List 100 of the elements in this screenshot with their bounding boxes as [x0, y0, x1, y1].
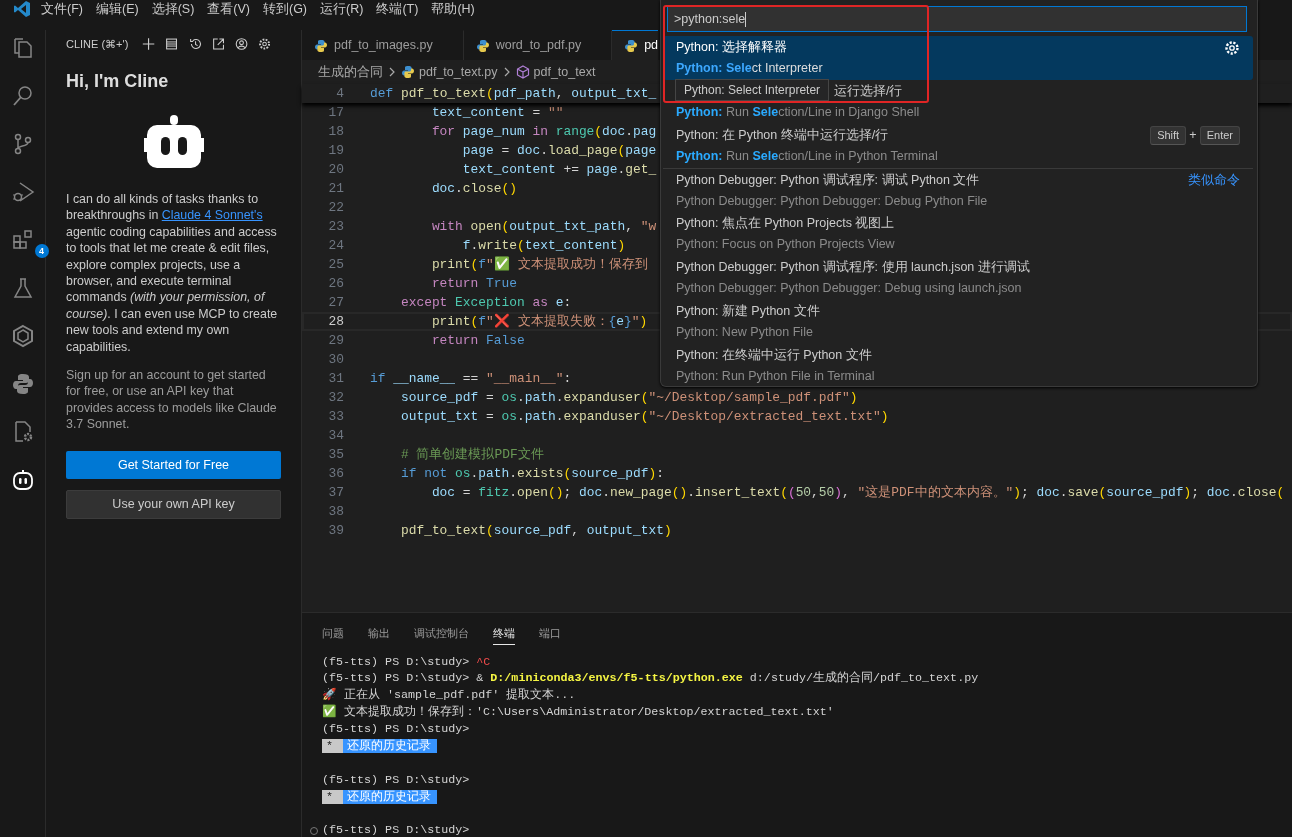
terminal-line: ✅ 文本提取成功！保存到：'C:\Users\Administrator/Desktop/extracted_text.txt': [322, 704, 835, 722]
editor-tab[interactable]: pd: [612, 30, 659, 60]
robot-icon[interactable]: [10, 468, 35, 492]
restored-history-label: 还原的历史记录: [343, 738, 437, 753]
menu-item[interactable]: 终端(T): [376, 0, 419, 18]
settings-icon[interactable]: [257, 36, 271, 52]
code-line: text_content += page.get_: [461, 161, 657, 179]
line-number: 25: [327, 256, 344, 274]
list-icon[interactable]: [165, 36, 179, 52]
code-line: for page_num in range(doc.pag: [430, 123, 657, 141]
code-line: doc = fitz.open(); doc.new_page().insert_text((50,50), "这是PDF中的文本内容。"); doc.save(source_pdf); doc.close(: [430, 484, 1285, 502]
terminal-line: (f5-tts) PS D:\study>: [322, 721, 471, 738]
play-bug-icon[interactable]: [10, 180, 35, 204]
terminal-line: (f5-tts) PS D:\study>: [322, 771, 471, 789]
line-number: 24: [327, 237, 344, 255]
command-item[interactable]: Python Debugger: Python 调试程序: 使用 launch.json 进行调试 Python Debugger: Python Debugger: Debug using launch.json: [663, 256, 1253, 300]
code-line: return False: [430, 332, 525, 350]
line-number: 37: [327, 484, 344, 502]
python-icon[interactable]: [10, 372, 35, 396]
get-started-button[interactable]: Get Started for Free: [66, 450, 281, 480]
history-icon[interactable]: [188, 36, 202, 52]
popout-icon[interactable]: [211, 36, 225, 52]
chevron-icon: [387, 66, 397, 78]
menu-item[interactable]: 帮助(H): [431, 0, 475, 18]
python-file-icon: [401, 65, 415, 79]
code-line: if not os.path.exists(source_pdf):: [399, 465, 665, 483]
code-line: return True: [430, 275, 517, 293]
code-line: output_txt = os.path.expanduser("~/Desktop/extracted_text.txt"): [399, 408, 889, 426]
code-line: if __name__ == "__main__":: [369, 370, 572, 388]
asterisk-label: *: [322, 738, 343, 753]
line-number: 17: [327, 104, 344, 122]
line-number: 20: [327, 161, 344, 179]
python-file-icon: [314, 38, 328, 53]
sticky-code-line: def pdf_to_text(pdf_path, output_txt_: [369, 85, 657, 103]
command-item[interactable]: Python: 在终端中运行 Python 文件 Python: Run Python File in Terminal: [663, 344, 1253, 388]
hexagon-icon[interactable]: [10, 324, 35, 348]
line-number: 39: [327, 522, 344, 540]
account-icon[interactable]: [234, 36, 248, 52]
terminal-line: (f5-tts) PS D:\study> ^C: [322, 653, 492, 671]
line-number: 31: [327, 370, 344, 388]
breadcrumb-item[interactable]: 生成的合同: [318, 62, 383, 82]
command-item[interactable]: Python: 新建 Python 文件 Python: New Python File: [663, 300, 1253, 344]
command-item[interactable]: Python Debugger: Python 调试程序: 调试 Python 文件 类似命令 Python Debugger: Python Debugger: Debug Python File: [663, 168, 1253, 212]
terminal-line: 🚀 正在从 'sample_pdf.pdf' 提取文本...: [322, 687, 577, 704]
menu-item[interactable]: 运行(R): [320, 0, 364, 18]
panel-title: CLINE (⌘+'): [66, 36, 129, 52]
code-line: # 简单创建模拟PDF文件: [399, 446, 544, 464]
editor-tab[interactable]: pdf_to_images.py: [302, 30, 464, 60]
code-line: print(f"❌ 文本提取失败：{e}"): [430, 312, 648, 331]
terminal-line: (f5-tts) PS D:\study>: [322, 822, 1292, 837]
line-number: 27: [327, 294, 344, 312]
command-input[interactable]: >python:sele: [667, 6, 1247, 32]
python-file-icon: [475, 38, 490, 53]
line-number: 26: [327, 275, 344, 293]
line-number: 23: [327, 218, 344, 236]
line-number: 18: [327, 123, 344, 141]
cube-icon: [515, 65, 530, 79]
signup-note: Sign up for an account to get started for free, or use an API key that provides access to models like Claude 3.7 Sonnet.: [66, 367, 278, 433]
code-line: except Exception as e:: [399, 294, 572, 312]
line-number: 34: [327, 427, 344, 445]
heading: Hi, I'm Cline: [66, 70, 170, 93]
intro-paragraph: I can do all kinds of tasks thanks to breakthroughs in Claude 4 Sonnet's agentic coding capabilities and access to tools that let me create & edit files, explore complex projects, use a browser, and execute terminal commands (with your permission, of course). I can even use MCP to create new tools and extend my own capabilities.: [66, 191, 279, 356]
line-number: 33: [327, 408, 344, 426]
count-badge: 4: [34, 244, 49, 258]
python-file-icon: [624, 38, 639, 53]
panel-tab[interactable]: 端口: [539, 617, 561, 645]
menu-item[interactable]: 选择(S): [151, 0, 195, 18]
panel-tab[interactable]: 调试控制台: [414, 617, 469, 645]
settings-icon[interactable]: [1224, 39, 1240, 56]
menu-item[interactable]: 转到(G): [263, 0, 308, 18]
blocks-icon[interactable]: [10, 228, 35, 252]
line-number: 30: [327, 351, 344, 369]
code-line: doc.close(): [430, 180, 517, 198]
search-icon[interactable]: [10, 84, 35, 108]
line-number: 29: [327, 332, 344, 350]
menu-item[interactable]: 查看(V): [207, 0, 250, 18]
api-key-button[interactable]: Use your own API key: [66, 490, 281, 520]
panel-tab[interactable]: 输出: [368, 617, 390, 645]
line-number: 19: [327, 142, 344, 160]
line-number: 4: [335, 85, 344, 103]
menu-item[interactable]: 编辑(E): [95, 0, 139, 18]
tooltip: Python: Select Interpreter: [675, 79, 830, 101]
breadcrumb-item[interactable]: pdf_to_text.py: [419, 62, 498, 82]
panel-tab[interactable]: 问题: [322, 617, 344, 645]
sonnet-link[interactable]: Claude 4 Sonnet's: [161, 208, 263, 223]
command-item[interactable]: Python: 选择解释器 Python: Select Interpreter: [663, 36, 1253, 80]
code-line: source_pdf = os.path.expanduser("~/Desktop/sample_pdf.pdf"): [399, 389, 858, 407]
plus-icon[interactable]: [142, 36, 156, 52]
code-line: print(f"✅ 文本提取成功！保存到: [430, 255, 648, 274]
restored-history-label: 还原的历史记录: [343, 789, 437, 804]
line-number: 32: [327, 389, 344, 407]
code-line: f.write(text_content): [461, 237, 626, 255]
breadcrumb-item[interactable]: pdf_to_text: [533, 62, 596, 82]
app-logo-icon: [13, 0, 31, 18]
command-item[interactable]: Python: 在 Python 终端中运行选择/行 Shift + Enter Python: Run Selection/Line in Python Terminal: [663, 124, 1253, 168]
command-item[interactable]: Python: 焦点在 Python Projects 视图上 Python: Focus on Python Projects View: [663, 212, 1253, 256]
menu-item[interactable]: 文件(F): [41, 0, 83, 18]
panel-tab[interactable]: 终端: [493, 617, 515, 645]
code-line: page = doc.load_page(page: [461, 142, 657, 160]
code-line: with open(output_txt_path, "w: [430, 218, 657, 236]
